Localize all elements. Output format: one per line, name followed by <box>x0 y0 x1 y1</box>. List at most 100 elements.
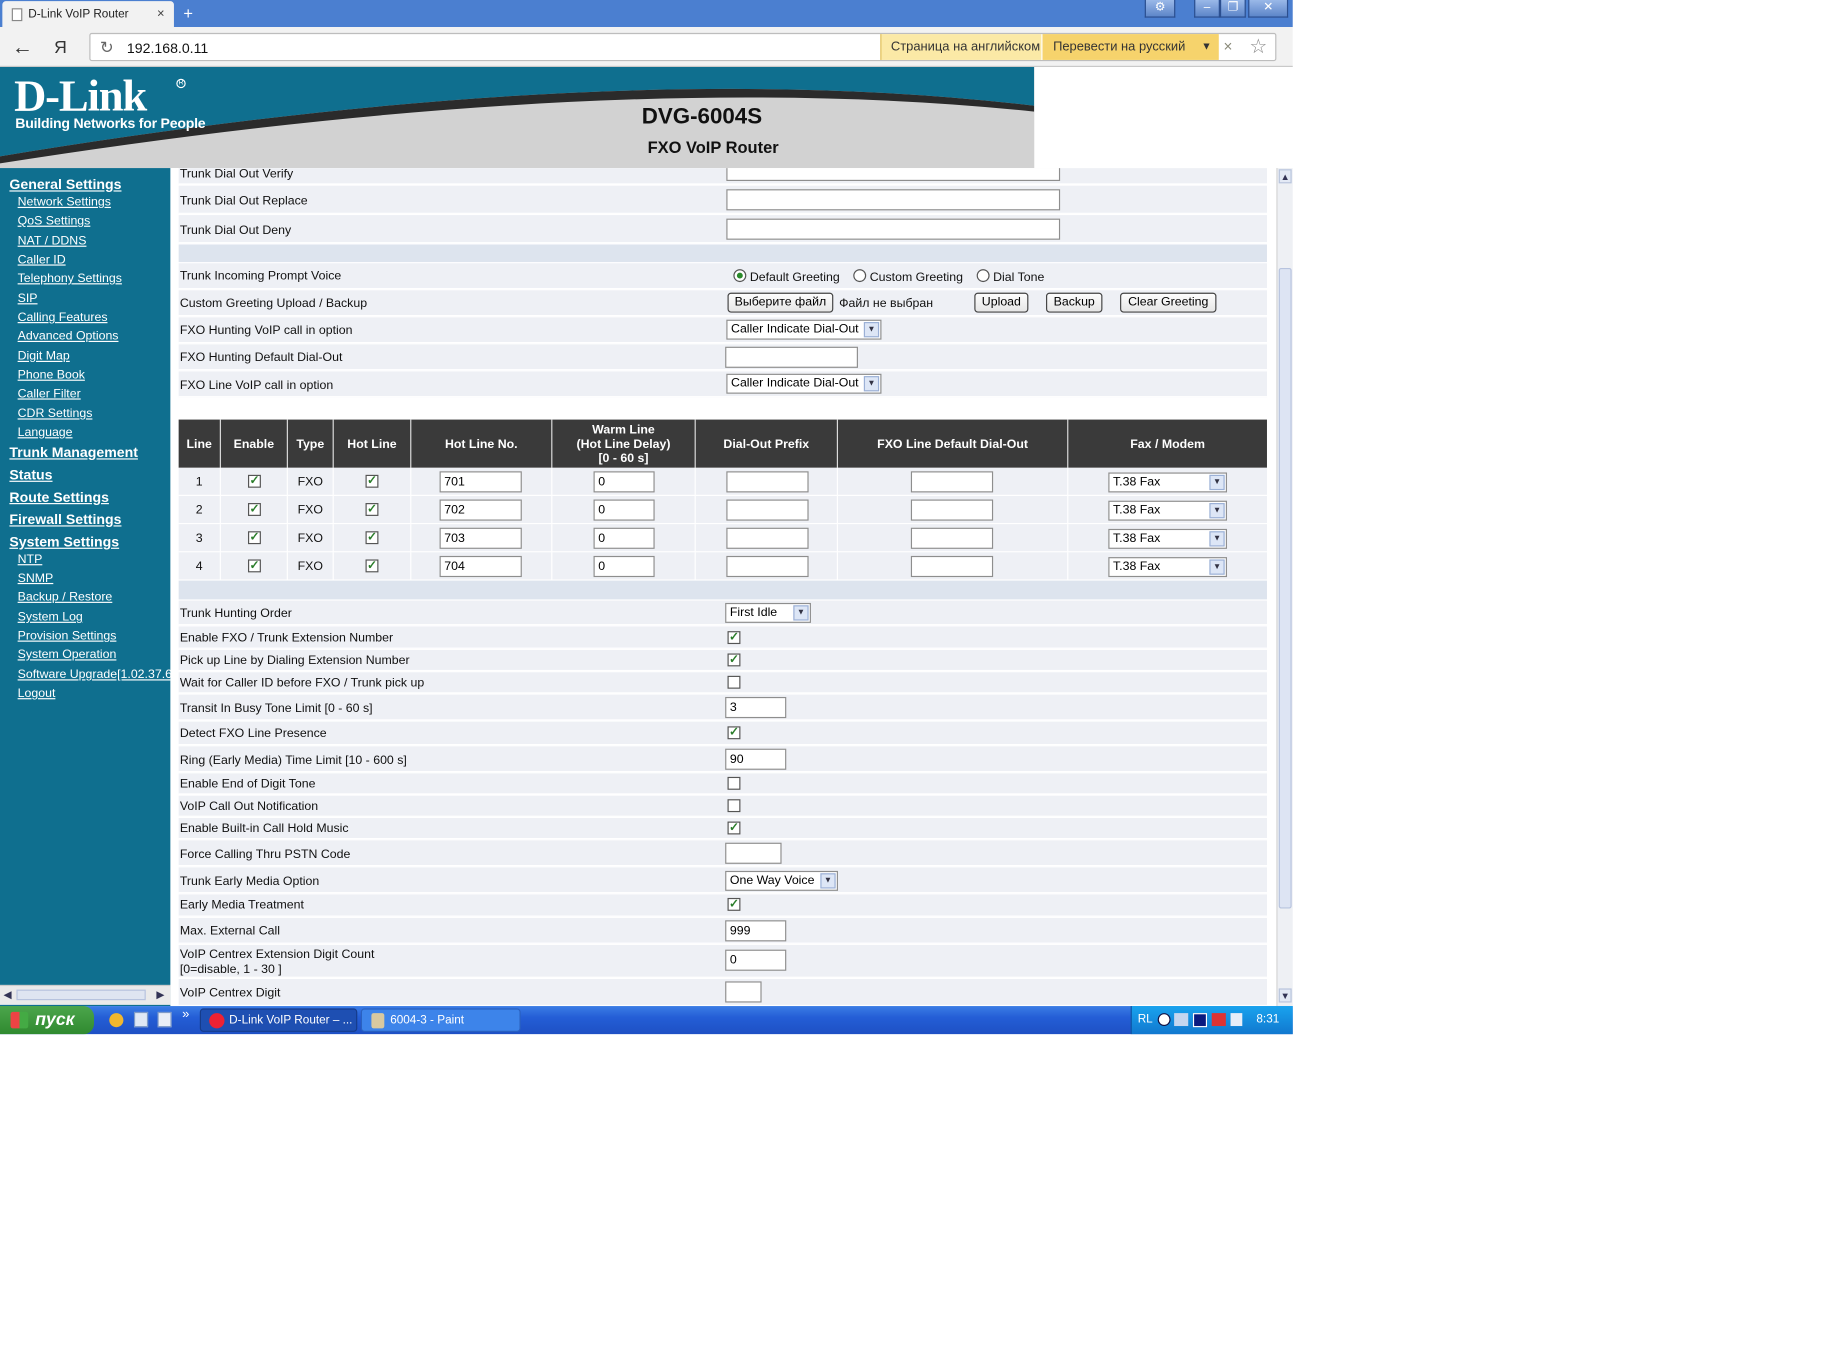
tray-arrow-icon[interactable] <box>1157 1013 1171 1027</box>
nav-backup-restore[interactable]: Backup / Restore <box>18 590 113 604</box>
fxo-default-input[interactable] <box>910 471 994 493</box>
taskbar-item-paint[interactable]: 6004-3 - Paint <box>360 1008 521 1032</box>
window-close-button[interactable]: ✕ <box>1248 0 1289 18</box>
nav-snmp[interactable]: SNMP <box>18 571 54 585</box>
nav-advanced-options[interactable]: Advanced Options <box>18 329 119 343</box>
nav-caller-filter[interactable]: Caller Filter <box>18 387 81 401</box>
ring-limit-input[interactable]: 90 <box>725 748 787 770</box>
radio-dial-tone[interactable] <box>976 269 990 283</box>
nav-provision-settings[interactable]: Provision Settings <box>18 629 117 643</box>
centrex-count-input[interactable]: 0 <box>725 949 787 971</box>
enable-checkbox[interactable]: ✓ <box>247 503 261 516</box>
fax-modem-select[interactable]: T.38 Fax ▼ <box>1108 528 1228 549</box>
start-button[interactable]: пуск <box>0 1006 95 1035</box>
hot-line-checkbox[interactable]: ✓ <box>365 559 379 573</box>
taskbar-item-browser[interactable]: D-Link VoIP Router – ... <box>199 1008 358 1032</box>
media-player-icon[interactable] <box>1192 1013 1208 1028</box>
url-field[interactable]: ↻ 192.168.0.11 Страница на английском Пе… <box>89 32 1277 62</box>
bookmark-star-icon[interactable]: ☆ <box>1249 35 1267 59</box>
wait-cid-checkbox[interactable] <box>727 675 741 689</box>
quicklaunch-notepad-icon[interactable] <box>133 1011 149 1028</box>
enable-checkbox[interactable]: ✓ <box>247 531 261 545</box>
upload-button[interactable]: Upload <box>974 292 1029 313</box>
hot-line-no-input[interactable]: 703 <box>439 527 522 549</box>
early-media-select[interactable]: One Way Voice ▼ <box>725 870 838 891</box>
nav-system-log[interactable]: System Log <box>18 610 83 624</box>
nav-logout[interactable]: Logout <box>18 686 56 700</box>
nav-nat-ddns[interactable]: NAT / DDNS <box>18 234 87 248</box>
max-external-input[interactable]: 999 <box>725 920 787 942</box>
fax-modem-select[interactable]: T.38 Fax ▼ <box>1108 500 1228 521</box>
nav-digit-map[interactable]: Digit Map <box>18 349 70 363</box>
warm-line-input[interactable]: 0 <box>593 527 655 549</box>
quicklaunch-app-icon[interactable] <box>109 1013 124 1028</box>
dial-out-deny-input[interactable] <box>726 218 1061 240</box>
scroll-up-icon[interactable]: ▲ <box>1278 169 1292 184</box>
radio-custom-greeting[interactable] <box>853 269 867 283</box>
hot-line-no-input[interactable]: 704 <box>439 555 522 578</box>
fxo-default-input[interactable] <box>910 499 994 521</box>
clear-greeting-button[interactable]: Clear Greeting <box>1120 292 1217 313</box>
callout-notify-checkbox[interactable] <box>727 799 741 813</box>
nav-system-operation[interactable]: System Operation <box>18 648 117 662</box>
fxo-default-input[interactable] <box>910 555 994 578</box>
nav-status[interactable]: Status <box>9 467 52 483</box>
busy-tone-input[interactable]: 3 <box>725 696 787 719</box>
end-digit-checkbox[interactable] <box>727 776 741 790</box>
hunting-voip-select[interactable]: Caller Indicate Dial-Out ▼ <box>726 319 882 340</box>
hold-music-checkbox[interactable]: ✓ <box>727 821 741 835</box>
scroll-thumb[interactable] <box>16 989 146 1001</box>
hot-line-checkbox[interactable]: ✓ <box>365 531 379 545</box>
browser-tab[interactable]: D-Link VoIP Router × <box>2 1 174 28</box>
dial-out-prefix-input[interactable] <box>726 471 809 493</box>
dial-out-prefix-input[interactable] <box>726 499 809 521</box>
fax-modem-select[interactable]: T.38 Fax ▼ <box>1108 557 1228 578</box>
hunting-order-select[interactable]: First Idle ▼ <box>725 602 811 623</box>
dial-out-prefix-input[interactable] <box>726 555 809 578</box>
nav-ntp[interactable]: NTP <box>18 552 43 566</box>
back-arrow-icon[interactable]: ← <box>12 36 33 57</box>
scroll-down-icon[interactable]: ▼ <box>1278 988 1292 1003</box>
nav-network-settings[interactable]: Network Settings <box>18 195 111 209</box>
network-icon[interactable] <box>1174 1013 1189 1027</box>
language-indicator[interactable]: RL <box>1138 1013 1153 1026</box>
centrex-digit-input[interactable] <box>725 981 762 1003</box>
backup-button[interactable]: Backup <box>1046 292 1103 313</box>
scroll-left-icon[interactable]: ◀ <box>4 988 12 1001</box>
security-icon[interactable] <box>1211 1013 1226 1027</box>
nav-firewall-settings[interactable]: Firewall Settings <box>9 511 121 527</box>
enable-checkbox[interactable]: ✓ <box>247 559 261 573</box>
nav-trunk-management[interactable]: Trunk Management <box>9 444 138 460</box>
hot-line-checkbox[interactable]: ✓ <box>365 503 379 516</box>
hot-line-no-input[interactable]: 702 <box>439 499 522 521</box>
nav-sip[interactable]: SIP <box>18 291 38 305</box>
nav-language[interactable]: Language <box>18 425 73 439</box>
scroll-right-icon[interactable]: ▶ <box>156 988 164 1001</box>
dial-out-verify-input[interactable] <box>726 168 1061 181</box>
nav-caller-id[interactable]: Caller ID <box>18 253 66 267</box>
chevron-down-icon[interactable]: ▼ <box>1209 559 1225 575</box>
fxo-default-input[interactable] <box>910 527 994 549</box>
quicklaunch-desktop-icon[interactable] <box>157 1011 172 1028</box>
chevron-down-icon[interactable]: ▼ <box>1209 474 1225 491</box>
vertical-scrollbar[interactable]: ▲ ▼ <box>1276 168 1293 1007</box>
quicklaunch-chevron-icon[interactable]: » <box>182 1007 189 1021</box>
nav-phone-book[interactable]: Phone Book <box>18 368 85 382</box>
choose-file-button[interactable]: Выберите файл <box>727 292 834 313</box>
chevron-down-icon[interactable]: ▼ <box>793 605 809 621</box>
volume-icon[interactable] <box>1230 1013 1243 1027</box>
scroll-thumb[interactable] <box>1278 267 1292 909</box>
pickup-checkbox[interactable]: ✓ <box>727 653 741 667</box>
translate-button[interactable]: Перевести на русский ▼ <box>1042 34 1219 60</box>
url-text[interactable]: 192.168.0.11 <box>127 40 208 56</box>
chevron-down-icon[interactable]: ▼ <box>1201 40 1211 52</box>
hunting-default-input[interactable] <box>725 346 858 368</box>
enable-ext-checkbox[interactable]: ✓ <box>727 631 741 645</box>
hot-line-no-input[interactable]: 701 <box>439 471 522 493</box>
new-tab-button[interactable]: + <box>183 4 193 23</box>
radio-default-greeting[interactable] <box>733 269 747 283</box>
early-media-treatment-checkbox[interactable]: ✓ <box>727 897 741 911</box>
maximize-button[interactable]: ❐ <box>1219 0 1246 18</box>
chevron-down-icon[interactable]: ▼ <box>820 873 836 889</box>
settings-gear-icon[interactable]: ⚙ <box>1144 0 1176 18</box>
